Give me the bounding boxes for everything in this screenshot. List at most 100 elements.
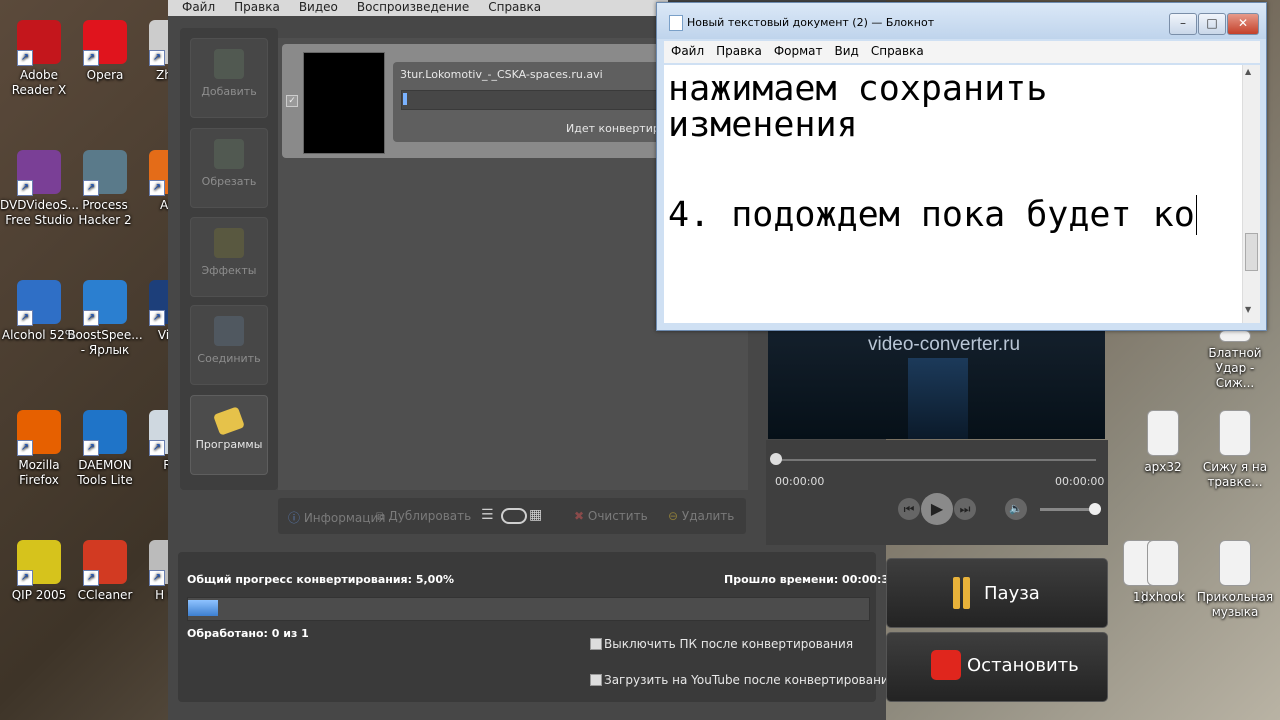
pause-icon (953, 577, 960, 609)
close-button[interactable]: ✕ (1227, 13, 1259, 35)
globe-icon: ↗ (83, 280, 127, 326)
notepad-scrollbar[interactable]: ▲ ▼ (1242, 65, 1260, 323)
seek-handle[interactable] (770, 453, 782, 465)
scroll-down-icon[interactable]: ▼ (1245, 305, 1251, 314)
duplicate-icon: ⧉ (376, 509, 389, 523)
seek-track[interactable] (776, 459, 1096, 461)
list-view-icon[interactable]: ☰ (481, 507, 494, 523)
join-icon (214, 316, 244, 346)
opera-icon: ↗ (83, 20, 127, 66)
notepad-titlebar[interactable]: Новый текстовый документ (2) — Блокнот –… (657, 3, 1266, 39)
clear-button[interactable]: ✖ Очистить (574, 509, 648, 523)
view-toggle[interactable] (501, 508, 527, 524)
stop-label: Остановить (967, 655, 1079, 676)
maximize-button[interactable]: □ (1198, 13, 1226, 35)
file-progress-fill (403, 93, 407, 105)
effects-button[interactable]: Эффекты (190, 217, 268, 297)
notepad-title: Новый текстовый документ (2) — Блокнот (687, 16, 935, 29)
scroll-up-icon[interactable]: ▲ (1245, 67, 1251, 76)
file-progress-bar (401, 90, 658, 110)
desktop-icon-label: Прикольная музыка (1196, 590, 1274, 619)
shortcut-arrow-icon: ↗ (17, 310, 33, 326)
shortcut-arrow-icon: ↗ (149, 570, 165, 586)
np-menu-format[interactable]: Формат (774, 44, 823, 58)
add-button[interactable]: Добавить (190, 38, 268, 118)
shortcut-arrow-icon: ↗ (149, 180, 165, 196)
np-menu-help[interactable]: Справка (871, 44, 924, 58)
desktop-icon[interactable]: Сижу я на травке... (1196, 410, 1274, 490)
menu-video[interactable]: Видео (299, 0, 338, 14)
clear-icon: ✖ (574, 509, 588, 523)
delete-button[interactable]: ⊖ Удалить (668, 509, 734, 523)
audio-file-icon (1219, 410, 1251, 456)
desktop-icon-label: Сижу я на травке... (1202, 460, 1268, 489)
desktop-icon-label: Блатной Удар - Сиж... (1208, 346, 1262, 390)
shortcut-arrow-icon: ↗ (83, 310, 99, 326)
notepad-text-area[interactable]: нажимаем сохранить изменения 4. подождем… (664, 65, 1242, 323)
file-checkbox[interactable]: ✓ (286, 95, 298, 107)
elapsed-time: Прошло времени: 00:00:39 (724, 573, 897, 586)
audio-file-icon (1219, 540, 1251, 586)
join-button[interactable]: Соединить (190, 305, 268, 385)
shortcut-arrow-icon: ↗ (17, 180, 33, 196)
add-label: Добавить (201, 85, 257, 98)
menu-file[interactable]: Файл (182, 0, 215, 14)
pause-icon-bar (963, 577, 970, 609)
volume-track[interactable] (1040, 508, 1095, 511)
archive-icon (1147, 410, 1179, 456)
effects-label: Эффекты (201, 264, 257, 277)
time-start: 00:00:00 (775, 475, 825, 488)
text-line: изменения (668, 105, 858, 145)
cut-button[interactable]: Обрезать (190, 128, 268, 208)
shutdown-checkbox[interactable] (590, 638, 602, 650)
programs-button[interactable]: Программы (190, 395, 268, 475)
shortcut-arrow-icon: ↗ (83, 570, 99, 586)
pause-label: Пауза (984, 583, 1040, 604)
youtube-checkbox[interactable] (590, 674, 602, 686)
duplicate-button[interactable]: ⧉ Дублировать (376, 509, 471, 524)
text-cursor (1195, 195, 1218, 235)
delete-label: Удалить (681, 509, 735, 523)
ccleaner-icon: ↗ (83, 540, 127, 586)
programs-label: Программы (195, 438, 263, 451)
volume-icon[interactable]: 🔈 (1005, 498, 1027, 520)
play-button[interactable]: ▶ (921, 493, 953, 525)
menu-playback[interactable]: Воспроизведение (357, 0, 469, 14)
notepad-icon (669, 15, 683, 31)
stop-button[interactable]: Остановить (886, 632, 1108, 702)
text-line: 4. подождем пока будет ко (668, 195, 1242, 235)
desktop-icon[interactable]: apx32 (1124, 410, 1202, 475)
np-menu-file[interactable]: Файл (671, 44, 704, 58)
menu-help[interactable]: Справка (488, 0, 541, 14)
audio-file-icon (1219, 330, 1251, 342)
delete-icon: ⊖ (668, 509, 682, 523)
grid-view-icon[interactable]: ▦ (529, 507, 542, 523)
converter-menubar: Файл Правка Видео Воспроизведение Справка (168, 0, 668, 16)
np-menu-edit[interactable]: Правка (716, 44, 762, 58)
total-progress-fill (188, 600, 218, 616)
desktop-icon[interactable]: dxhook (1124, 540, 1202, 605)
volume-handle[interactable] (1089, 503, 1101, 515)
desktop-icon[interactable]: Прикольная музыка (1196, 540, 1274, 620)
alcohol-icon: ↗ (17, 280, 61, 326)
menu-edit[interactable]: Правка (234, 0, 280, 14)
minimize-button[interactable]: – (1169, 13, 1197, 35)
clear-label: Очистить (587, 509, 648, 523)
np-menu-view[interactable]: Вид (835, 44, 859, 58)
info-icon: ⓘ (288, 511, 304, 525)
duplicate-label: Дублировать (388, 509, 472, 523)
pause-button[interactable]: Пауза (886, 558, 1108, 628)
desktop-icon[interactable]: Блатной Удар - Сиж... (1196, 330, 1274, 391)
effects-icon (214, 228, 244, 258)
processed-count: Обработано: 0 из 1 (187, 627, 309, 640)
shortcut-arrow-icon: ↗ (83, 440, 99, 456)
add-file-icon (214, 49, 244, 79)
cut-icon (214, 139, 244, 169)
scroll-thumb[interactable] (1245, 233, 1258, 271)
total-progress-label: Общий прогресс конвертирования: 5,00% (187, 573, 454, 586)
info-button[interactable]: ⓘ Информация (288, 509, 385, 526)
stop-icon (931, 650, 961, 680)
rewind-button[interactable]: ⏮ (898, 498, 920, 520)
forward-button[interactable]: ⏭ (954, 498, 976, 520)
shortcut-arrow-icon: ↗ (149, 310, 165, 326)
